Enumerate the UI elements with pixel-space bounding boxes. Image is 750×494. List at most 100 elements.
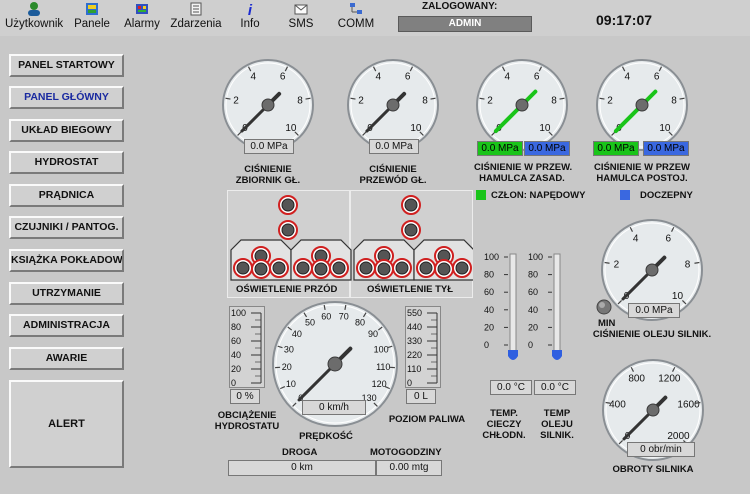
thermo-tick-label: 0 <box>484 340 489 350</box>
brake-main-reading-trailer: 0.0 MPa <box>524 141 570 156</box>
hydro-load-reading: 0 % <box>230 389 260 404</box>
toolbar: Użytkownik Panele Alarmy Zdarzenia i Inf… <box>0 0 750 36</box>
nav-generator-button[interactable]: PRĄDNICA <box>9 184 124 207</box>
gauge-tick <box>305 97 311 100</box>
nav-logbook-button[interactable]: KSIĄŻKA POKŁADOWA <box>9 249 124 272</box>
scale-tick-label: 0 <box>407 378 412 388</box>
gauge-tick-label: 8 <box>685 260 691 271</box>
fuel-reading: 0 L <box>406 389 436 404</box>
alert-button[interactable]: ALERT <box>9 380 124 468</box>
gauge-tick-label: 120 <box>372 379 387 389</box>
brake-main-pressure-gauge: 0246810 <box>476 59 568 151</box>
gauge-tick <box>479 97 485 100</box>
alarm-icon <box>136 4 148 14</box>
scale-tick-label: 0 <box>231 378 236 388</box>
gauge-tick <box>559 97 565 100</box>
nav-failures-button[interactable]: AWARIE <box>9 347 124 370</box>
hours-value: 0.00 mtg <box>376 460 442 476</box>
gauge-tick-label: 110 <box>376 362 390 372</box>
oil-pressure-min-indicator <box>596 299 612 315</box>
nav-administration-button[interactable]: ADMINISTRACJA <box>9 314 124 337</box>
thermo-tick-label: 0 <box>528 340 533 350</box>
gauge-tick-label: 2 <box>614 260 620 271</box>
pipe-pressure-reading: 0.0 MPa <box>369 139 419 154</box>
gauge-tick-label: 4 <box>505 71 511 82</box>
toolbar-alarms-button[interactable]: Alarmy <box>122 1 162 35</box>
oil-pressure-reading: 0.0 MPa <box>628 303 680 318</box>
toolbar-events-button[interactable]: Zdarzenia <box>170 1 222 35</box>
nav-running-gear-button[interactable]: UKŁAD BIEGOWY <box>9 119 124 142</box>
gauge-tick-label: 2000 <box>667 431 690 442</box>
gauge-tick-label: 2 <box>358 95 364 106</box>
gauge-tick <box>679 97 685 100</box>
panels-icon <box>86 3 98 15</box>
scale-tick-label: 60 <box>231 336 241 346</box>
nav-maintenance-button[interactable]: UTRZYMANIE <box>9 282 124 305</box>
gauge-tick-label: 6 <box>280 71 286 82</box>
scale-tick-label: 40 <box>231 350 241 360</box>
road-value: 0 km <box>228 460 376 476</box>
thermo-tick-label: 80 <box>528 270 538 280</box>
legend-trailer-swatch <box>620 190 630 200</box>
gauge-tick-label: 2 <box>487 95 493 106</box>
gauge-tick-label: 30 <box>284 345 294 355</box>
brake-main-reading-powered: 0.0 MPa <box>477 141 523 156</box>
gauge-tick-label: 80 <box>355 318 365 328</box>
toolbar-info-button[interactable]: i Info <box>236 1 264 35</box>
nav-main-panel-button[interactable]: PANEL GŁÓWNY <box>9 86 124 109</box>
hours-label: MOTOGODZINY <box>370 447 442 458</box>
gauge-tick <box>599 97 605 100</box>
gauge-tick <box>604 261 610 264</box>
thermo-tick-label: 40 <box>528 305 538 315</box>
gauge-tick <box>225 97 231 100</box>
thermo-bulb <box>508 350 518 360</box>
gauge-tick <box>694 261 700 264</box>
events-icon <box>190 2 202 16</box>
scale-tick-label: 80 <box>231 322 241 332</box>
toolbar-comm-button[interactable]: COMM <box>337 1 375 35</box>
gauge-tick-label: 20 <box>282 362 292 372</box>
nav-sensors-button[interactable]: CZUJNIKI / PANTOG. <box>9 216 124 239</box>
toolbar-user-button[interactable]: Użytkownik <box>5 1 63 35</box>
rpm-label: OBROTY SILNIKA <box>612 464 694 475</box>
legend-trailer-label: DOCZEPNY <box>640 190 693 201</box>
user-icon <box>28 2 40 16</box>
rpm-reading: 0 obr/min <box>627 442 695 457</box>
scale-tick-label: 330 <box>407 336 422 346</box>
coolant-temp-reading: 0.0 °C <box>490 380 532 395</box>
comm-icon <box>350 3 362 14</box>
scale-tick-label: 440 <box>407 322 422 332</box>
gauge-tick-label: 8 <box>422 95 428 106</box>
gauge-tick-label: 60 <box>321 311 331 321</box>
gauge-tick-label: 70 <box>339 311 349 321</box>
brake-park-reading-powered: 0.0 MPa <box>593 141 639 156</box>
coolant-temp-thermometer: 100 80 60 40 20 0 <box>484 252 518 360</box>
thermo-tick-label: 100 <box>528 252 543 262</box>
gauge-tick <box>430 97 436 100</box>
login-label: ZALOGOWANY: <box>422 1 498 12</box>
svg-text:i: i <box>248 2 253 17</box>
oil-temp-thermometer: 100 80 60 40 20 0 <box>528 252 562 360</box>
gauge-tick-label: 800 <box>628 373 645 384</box>
gauge-hub <box>261 98 275 112</box>
brake-parking-pressure-gauge: 0246810 <box>596 59 688 151</box>
legend-powered-label: CZŁON: NAPĘDOWY <box>491 190 586 201</box>
gauge-tick <box>350 97 356 100</box>
gauge-tick-label: 10 <box>286 379 296 389</box>
sms-icon <box>294 4 308 15</box>
thermo-tick-label: 60 <box>484 287 494 297</box>
toolbar-sms-button[interactable]: SMS <box>286 1 316 35</box>
nav-hydrostat-button[interactable]: HYDROSTAT <box>9 151 124 174</box>
gauge-tick-label: 6 <box>666 233 672 244</box>
nav-start-panel-button[interactable]: PANEL STARTOWY <box>9 54 124 77</box>
gauge-tick-label: 100 <box>374 345 389 355</box>
road-label: DROGA <box>282 447 318 458</box>
thermo-tick-label: 60 <box>528 287 538 297</box>
toolbar-panels-button[interactable]: Panele <box>72 1 112 35</box>
speed-label: PRĘDKOŚĆ <box>299 431 353 442</box>
gauge-tick-label: 1600 <box>677 400 700 411</box>
gauge-tick-label: 400 <box>609 400 626 411</box>
lights-rear-label: OŚWIETLENIE TYŁ <box>367 284 454 295</box>
gauge-tick-label: 4 <box>376 71 382 82</box>
gauge-tick-label: 8 <box>297 95 303 106</box>
